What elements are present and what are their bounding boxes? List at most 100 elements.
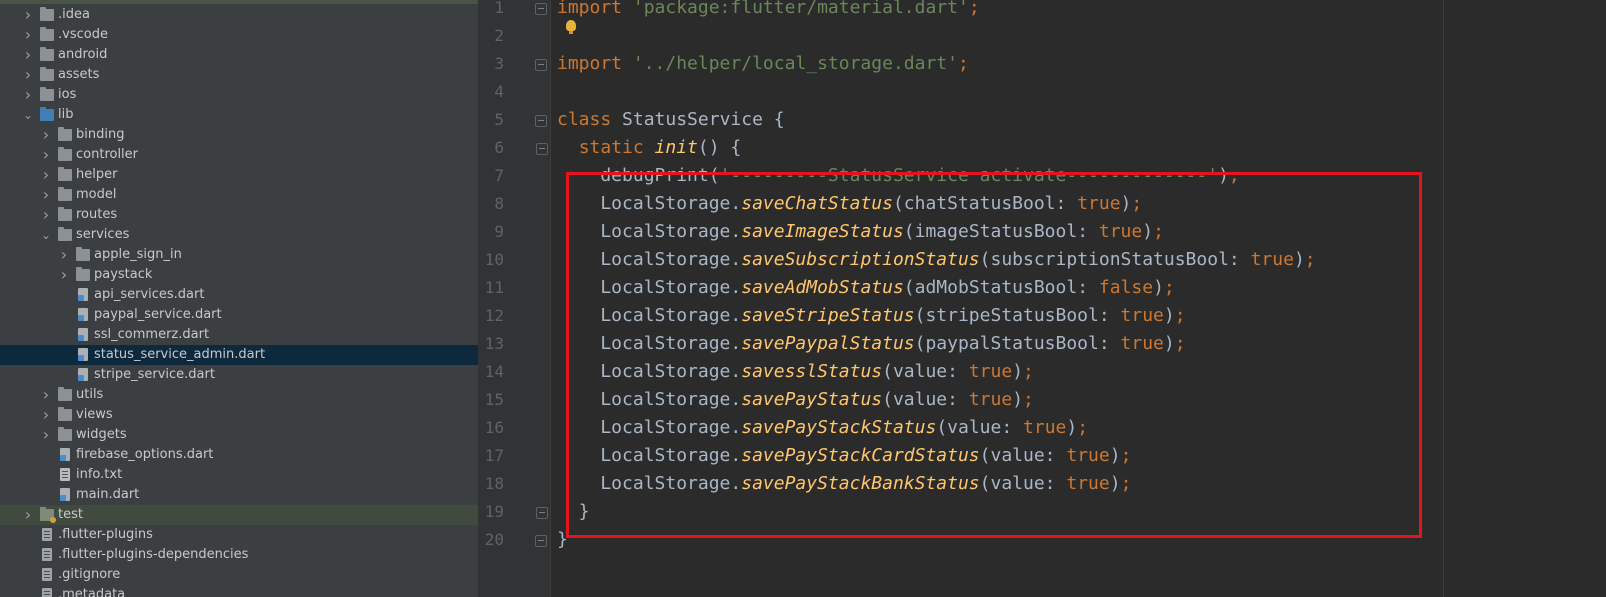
intention-bulb-icon[interactable] — [566, 20, 576, 34]
tree-folder-widgets[interactable]: › widgets — [0, 425, 478, 445]
tree-folder-assets[interactable]: › assets — [0, 65, 478, 85]
tree-item-label: routes — [76, 207, 118, 222]
fold-marker-icon[interactable] — [536, 143, 548, 155]
tree-item-label: test — [58, 507, 83, 522]
code-token: static — [578, 137, 655, 158]
fold-marker-icon[interactable] — [535, 535, 547, 547]
tree-file[interactable]: api_services.dart — [0, 285, 478, 305]
code-token: ; — [957, 53, 969, 74]
chevron-right-icon[interactable]: › — [22, 505, 34, 525]
code-line[interactable]: import 'package:flutter/material.dart'; — [557, 0, 980, 22]
tree-folder-lib[interactable]: ⌄ lib — [0, 105, 478, 125]
tree-folder--idea[interactable]: › .idea — [0, 5, 478, 25]
fold-marker-icon[interactable] — [536, 507, 548, 519]
tree-folder-model[interactable]: › model — [0, 185, 478, 205]
folder-icon — [58, 427, 72, 441]
chevron-down-icon[interactable]: ⌄ — [22, 105, 34, 125]
folder-icon — [40, 107, 54, 121]
tree-file[interactable]: status_service_admin.dart — [0, 345, 478, 365]
chevron-right-icon[interactable]: › — [40, 125, 52, 145]
code-token: init — [654, 137, 698, 158]
chevron-right-icon[interactable]: › — [40, 165, 52, 185]
highlight-annotation-box — [566, 172, 1422, 538]
tree-file[interactable]: paypal_service.dart — [0, 305, 478, 325]
chevron-right-icon[interactable]: › — [40, 205, 52, 225]
tree-item-label: utils — [76, 387, 104, 402]
line-number: 14 — [484, 362, 504, 381]
dart-file-icon — [78, 328, 88, 341]
tree-folder-services[interactable]: ⌄ services — [0, 225, 478, 245]
tree-file[interactable]: main.dart — [0, 485, 478, 505]
tree-folder-utils[interactable]: › utils — [0, 385, 478, 405]
chevron-right-icon[interactable]: › — [58, 265, 70, 285]
tree-item-label: status_service_admin.dart — [94, 347, 266, 362]
line-number: 11 — [484, 278, 504, 297]
code-line[interactable]: class StatusService { — [557, 106, 785, 134]
config-file-icon — [42, 588, 52, 597]
right-margin-guide — [1443, 0, 1444, 597]
folder-icon — [40, 67, 54, 81]
tree-folder-routes[interactable]: › routes — [0, 205, 478, 225]
chevron-right-icon[interactable]: › — [22, 85, 34, 105]
code-token: '../helper/local_storage.dart' — [632, 53, 958, 74]
project-tree-panel: › .idea › .vscode › android › assets › ios ⌄ lib › bi… — [0, 0, 478, 597]
line-number: 1 — [494, 0, 504, 17]
line-number: 6 — [494, 138, 504, 157]
fold-marker-icon[interactable] — [535, 59, 547, 71]
code-token: ; — [968, 0, 980, 18]
tree-item-label: widgets — [76, 427, 127, 442]
line-number: 3 — [494, 54, 504, 73]
chevron-right-icon[interactable]: › — [22, 45, 34, 65]
tree-file[interactable]: stripe_service.dart — [0, 365, 478, 385]
project-tree-topbar — [0, 0, 478, 4]
tree-folder-controller[interactable]: › controller — [0, 145, 478, 165]
tree-folder-ios[interactable]: › ios — [0, 85, 478, 105]
chevron-right-icon[interactable]: › — [40, 425, 52, 445]
tree-item-label: paystack — [94, 267, 153, 282]
tree-folder-binding[interactable]: › binding — [0, 125, 478, 145]
chevron-down-icon[interactable]: ⌄ — [40, 225, 52, 245]
tree-file[interactable]: .flutter-plugins — [0, 525, 478, 545]
config-file-icon — [42, 548, 52, 561]
tree-item-label: ios — [58, 87, 77, 102]
fold-marker-icon[interactable] — [535, 115, 547, 127]
tree-file[interactable]: .metadata — [0, 585, 478, 597]
dart-file-icon — [60, 488, 70, 501]
fold-marker-icon[interactable] — [535, 3, 547, 15]
tree-folder--vscode[interactable]: › .vscode — [0, 25, 478, 45]
chevron-right-icon[interactable]: › — [40, 185, 52, 205]
tree-file[interactable]: info.txt — [0, 465, 478, 485]
tree-folder-helper[interactable]: › helper — [0, 165, 478, 185]
code-token: import — [557, 0, 633, 18]
tree-folder-paystack[interactable]: › paystack — [0, 265, 478, 285]
tree-item-label: firebase_options.dart — [76, 447, 214, 462]
folder-icon — [76, 247, 90, 261]
tree-file[interactable]: .flutter-plugins-dependencies — [0, 545, 478, 565]
chevron-right-icon[interactable]: › — [40, 405, 52, 425]
chevron-right-icon[interactable]: › — [40, 145, 52, 165]
folder-icon — [58, 227, 72, 241]
dart-file-icon — [78, 288, 88, 301]
folder-icon — [58, 167, 72, 181]
tree-folder-views[interactable]: › views — [0, 405, 478, 425]
tree-folder-android[interactable]: › android — [0, 45, 478, 65]
tree-folder-apple-sign-in[interactable]: › apple_sign_in — [0, 245, 478, 265]
code-line[interactable]: static init() { — [557, 134, 742, 162]
tree-folder-test[interactable]: › test — [0, 505, 478, 525]
tree-file[interactable]: .gitignore — [0, 565, 478, 585]
folder-icon — [40, 7, 54, 21]
tree-item-label: controller — [76, 147, 139, 162]
line-number-gutter: 1 2 3 4 5 6 7 8 9 10 11 12 13 14 15 16 17 18 19 20 — [478, 0, 550, 597]
chevron-right-icon[interactable]: › — [22, 5, 34, 25]
tree-file[interactable]: firebase_options.dart — [0, 445, 478, 465]
code-line[interactable]: import '../helper/local_storage.dart'; — [557, 50, 969, 78]
chevron-right-icon[interactable]: › — [22, 65, 34, 85]
tree-item-label: lib — [58, 107, 74, 122]
chevron-right-icon[interactable]: › — [22, 25, 34, 45]
line-number: 5 — [494, 110, 504, 129]
chevron-right-icon[interactable]: › — [40, 385, 52, 405]
tree-file[interactable]: ssl_commerz.dart — [0, 325, 478, 345]
folder-icon — [58, 387, 72, 401]
chevron-right-icon[interactable]: › — [58, 245, 70, 265]
